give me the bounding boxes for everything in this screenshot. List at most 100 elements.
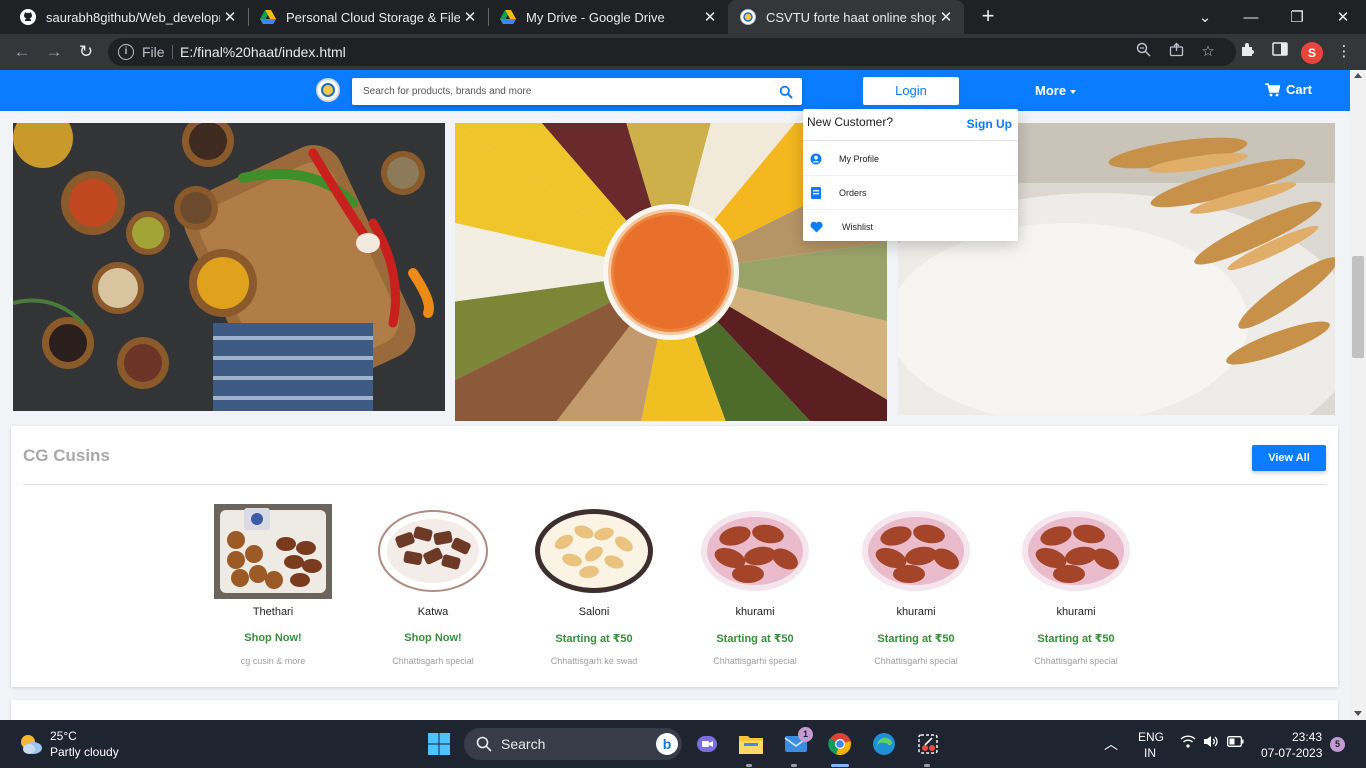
snipping-tool-icon[interactable]	[912, 728, 944, 760]
share-icon[interactable]	[1166, 42, 1186, 62]
reload-icon[interactable]: ↻	[72, 38, 100, 66]
scroll-up-arrow-icon[interactable]	[1354, 73, 1362, 78]
scroll-down-arrow-icon[interactable]	[1354, 711, 1362, 716]
scroll-thumb[interactable]	[1352, 256, 1364, 358]
section-title: CG Cusins	[23, 446, 110, 465]
zoom-icon[interactable]	[1133, 42, 1153, 62]
tab-title: Personal Cloud Storage & File Sharing	[286, 9, 460, 25]
page-scrollbar[interactable]	[1350, 70, 1366, 720]
dropdown-item-label: Wishlist	[842, 222, 873, 232]
notification-badge[interactable]: 5	[1330, 737, 1345, 752]
browser-tab-my-drive[interactable]: My Drive - Google Drive ✕	[488, 0, 728, 34]
product-image-khurami	[862, 511, 970, 591]
battery-icon[interactable]	[1227, 736, 1244, 750]
login-dropdown: New Customer? Sign Up My Profile Orders …	[803, 109, 1018, 241]
search-icon[interactable]	[779, 85, 793, 99]
side-panel-icon[interactable]	[1269, 41, 1291, 63]
close-icon[interactable]: ✕	[700, 7, 720, 27]
volume-icon[interactable]	[1203, 735, 1219, 751]
google-drive-icon	[500, 9, 516, 25]
language-bottom[interactable]: IN	[1144, 746, 1156, 760]
cart-icon	[1265, 82, 1280, 96]
profile-avatar[interactable]: S	[1301, 42, 1323, 64]
product-tag: Chhattisgarhi special	[874, 656, 958, 666]
product-card[interactable]: khurami Starting at ₹50 Chhattisgarhi sp…	[680, 504, 830, 674]
partly-cloudy-icon[interactable]	[18, 731, 44, 757]
orders-icon	[809, 186, 823, 200]
product-image-thethari	[214, 504, 332, 599]
login-button[interactable]: Login	[863, 77, 959, 105]
product-card[interactable]: Thethari Shop Now! cg cusin & more	[198, 504, 348, 674]
product-price: Starting at ₹50	[716, 633, 794, 645]
taskbar-search[interactable]: Search b	[464, 728, 682, 760]
product-card[interactable]: Katwa Shop Now! Chhattisgarh special	[358, 504, 508, 674]
dropdown-item-orders[interactable]: Orders	[803, 176, 1018, 210]
section-divider	[23, 484, 1326, 485]
google-drive-icon	[260, 9, 276, 25]
search-input[interactable]	[352, 78, 762, 105]
product-name: khurami	[896, 606, 936, 618]
windows-start-icon[interactable]	[423, 728, 455, 760]
extensions-icon[interactable]	[1237, 41, 1259, 63]
dropdown-item-label: My Profile	[839, 153, 880, 164]
chrome-icon[interactable]	[824, 728, 856, 760]
new-tab-button[interactable]: +	[976, 5, 1000, 29]
info-icon[interactable]: i	[118, 44, 134, 60]
product-tag: Chhattisgarhi special	[713, 656, 797, 666]
file-explorer-icon[interactable]	[735, 728, 767, 760]
bookmark-star-icon[interactable]: ☆	[1198, 42, 1218, 62]
browser-tab-forte-haat[interactable]: CSVTU forte haat online shop & Groceries…	[728, 0, 964, 34]
cart-link[interactable]: Cart	[1265, 82, 1312, 97]
view-all-button[interactable]: View All	[1252, 445, 1326, 471]
product-tag: Chhattisgarhi special	[1034, 656, 1118, 666]
minimize-button[interactable]: —	[1228, 0, 1274, 34]
dropdown-item-my-profile[interactable]: My Profile	[803, 142, 1018, 176]
site-logo[interactable]	[316, 78, 340, 102]
url-divider	[172, 45, 173, 59]
running-app-indicator	[924, 764, 930, 767]
github-icon	[20, 9, 36, 25]
close-window-button[interactable]: ✕	[1320, 0, 1366, 34]
site-header: Login More Cart	[0, 70, 1350, 111]
address-bar[interactable]: i File E:/final%20haat/index.html ☆	[108, 38, 1236, 66]
clock-time[interactable]: 23:43	[1292, 730, 1322, 744]
edge-icon[interactable]	[868, 728, 900, 760]
clock-date[interactable]: 07-07-2023	[1261, 746, 1322, 760]
product-tag: cg cusin & more	[240, 656, 306, 666]
signup-link[interactable]: Sign Up	[967, 117, 1012, 131]
weather-temperature[interactable]: 25°C	[50, 729, 77, 743]
new-customer-label: New Customer?	[807, 115, 894, 129]
bing-icon[interactable]: b	[656, 733, 678, 755]
close-icon[interactable]: ✕	[936, 7, 956, 27]
tab-search-icon[interactable]: ⌄	[1182, 0, 1228, 34]
kebab-menu-icon[interactable]: ⋮	[1333, 41, 1355, 63]
close-icon[interactable]: ✕	[460, 7, 480, 27]
close-icon[interactable]: ✕	[220, 7, 240, 27]
product-image-khurami	[701, 511, 809, 591]
more-menu[interactable]: More	[1035, 83, 1077, 98]
product-name: Katwa	[417, 606, 449, 618]
forward-icon[interactable]: →	[40, 38, 68, 66]
back-icon[interactable]: ←	[8, 38, 36, 66]
banner-spices-image[interactable]	[13, 123, 445, 411]
product-card[interactable]: khurami Starting at ₹50 Chhattisgarhi sp…	[841, 504, 991, 674]
search-icon	[476, 736, 492, 752]
weather-description[interactable]: Partly cloudy	[50, 745, 119, 759]
product-card[interactable]: Saloni Starting at ₹50 Chhattisgarh ke s…	[519, 504, 669, 674]
browser-tab-cloud-storage[interactable]: Personal Cloud Storage & File Sharing ✕	[248, 0, 488, 34]
chevron-up-icon[interactable]: ︿	[1104, 734, 1118, 754]
product-card[interactable]: khurami Starting at ₹50 Chhattisgarhi sp…	[1001, 504, 1151, 674]
dropdown-item-wishlist[interactable]: Wishlist	[803, 210, 1018, 244]
url-scheme: File	[142, 44, 165, 60]
url-text[interactable]: E:/final%20haat/index.html	[180, 44, 346, 60]
browser-toolbar: ← → ↻ i File E:/final%20haat/index.html …	[0, 34, 1366, 70]
teams-meet-icon[interactable]	[691, 728, 723, 760]
language-top[interactable]: ENG	[1138, 730, 1164, 744]
product-image-khurami	[1022, 511, 1130, 591]
wifi-icon[interactable]	[1180, 735, 1196, 751]
tab-title: My Drive - Google Drive	[526, 9, 665, 25]
browser-tab-github[interactable]: saurabh8github/Web_development ✕	[8, 0, 248, 34]
product-price: Starting at ₹50	[877, 633, 955, 645]
taskbar-search-label: Search	[501, 736, 546, 752]
restore-button[interactable]: ❐	[1274, 0, 1320, 34]
